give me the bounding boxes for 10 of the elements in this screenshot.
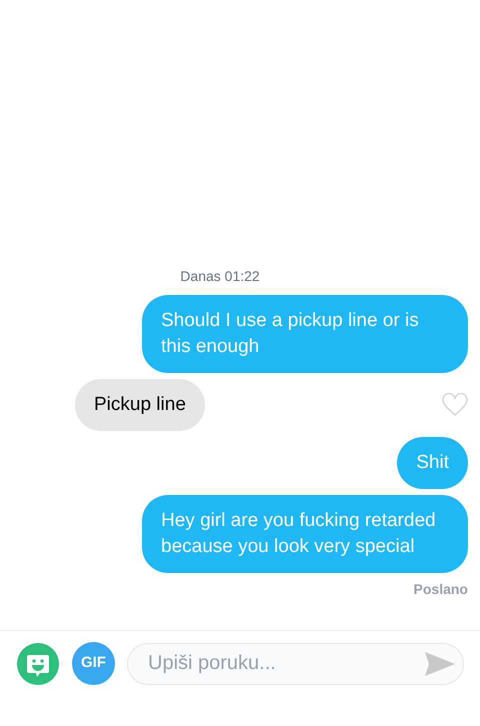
send-icon[interactable] bbox=[424, 650, 456, 676]
message-field[interactable]: Upiši poruku... bbox=[127, 642, 464, 684]
timestamp: Danas 01:22 bbox=[180, 267, 260, 286]
received-message: Pickup line bbox=[75, 379, 205, 431]
sent-message: Hey girl are you fucking retarded because you look very special bbox=[142, 495, 468, 573]
delivery-status: Poslano bbox=[414, 580, 468, 599]
gif-button[interactable]: GIF bbox=[72, 642, 115, 685]
sent-message: Shit bbox=[397, 437, 468, 489]
heart-icon[interactable] bbox=[442, 393, 468, 417]
sent-message: Should I use a pickup line or is this enough bbox=[142, 295, 468, 373]
